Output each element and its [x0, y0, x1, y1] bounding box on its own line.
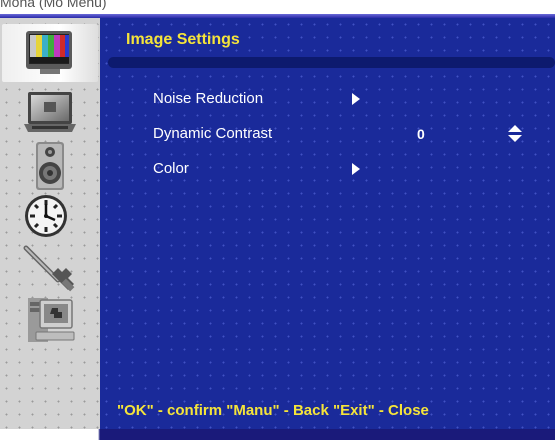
menu-item-label: Dynamic Contrast	[153, 125, 273, 142]
panel-title: Image Settings	[126, 31, 240, 48]
submenu-arrow-icon	[352, 93, 360, 105]
key-hint-text: "OK" - confirm "Manu" - Back "Exit" - Cl…	[117, 402, 429, 419]
sidebar-item-image-settings[interactable]	[2, 24, 98, 82]
speaker-icon	[36, 142, 64, 190]
submenu-arrow-icon	[352, 163, 360, 175]
sidebar-item-system[interactable]	[22, 294, 78, 346]
sidebar-item-tools[interactable]	[22, 244, 78, 296]
osd-menu-frame: Mona (Mo Menu) Image Settings Noise Redu…	[0, 0, 555, 440]
wrench-icon	[23, 245, 75, 292]
sidebar-item-display[interactable]	[22, 86, 78, 138]
dynamic-contrast-value: 0	[417, 126, 425, 142]
category-sidebar	[0, 18, 100, 429]
menu-item-color[interactable]: Color	[100, 156, 555, 182]
color-bars-tv-icon	[26, 31, 72, 74]
computer-icon	[28, 298, 75, 342]
menu-item-label: Color	[153, 160, 189, 177]
window-title: Mona (Mo Menu)	[0, 0, 107, 10]
clock-icon	[25, 195, 67, 237]
bottom-divider	[0, 429, 555, 440]
menu-item-label: Noise Reduction	[153, 90, 264, 107]
menu-item-dynamic-contrast[interactable]: Dynamic Contrast 0	[100, 121, 555, 147]
sidebar-item-time[interactable]	[22, 190, 78, 242]
sidebar-item-audio[interactable]	[22, 140, 78, 192]
up-down-arrow-icon[interactable]	[508, 125, 522, 143]
image-settings-panel: Image Settings Noise Reduction Dynamic C…	[100, 18, 555, 429]
title-underline-bar	[108, 57, 555, 68]
menu-item-noise-reduction[interactable]: Noise Reduction	[100, 86, 555, 112]
laptop-screen-icon	[24, 92, 76, 132]
